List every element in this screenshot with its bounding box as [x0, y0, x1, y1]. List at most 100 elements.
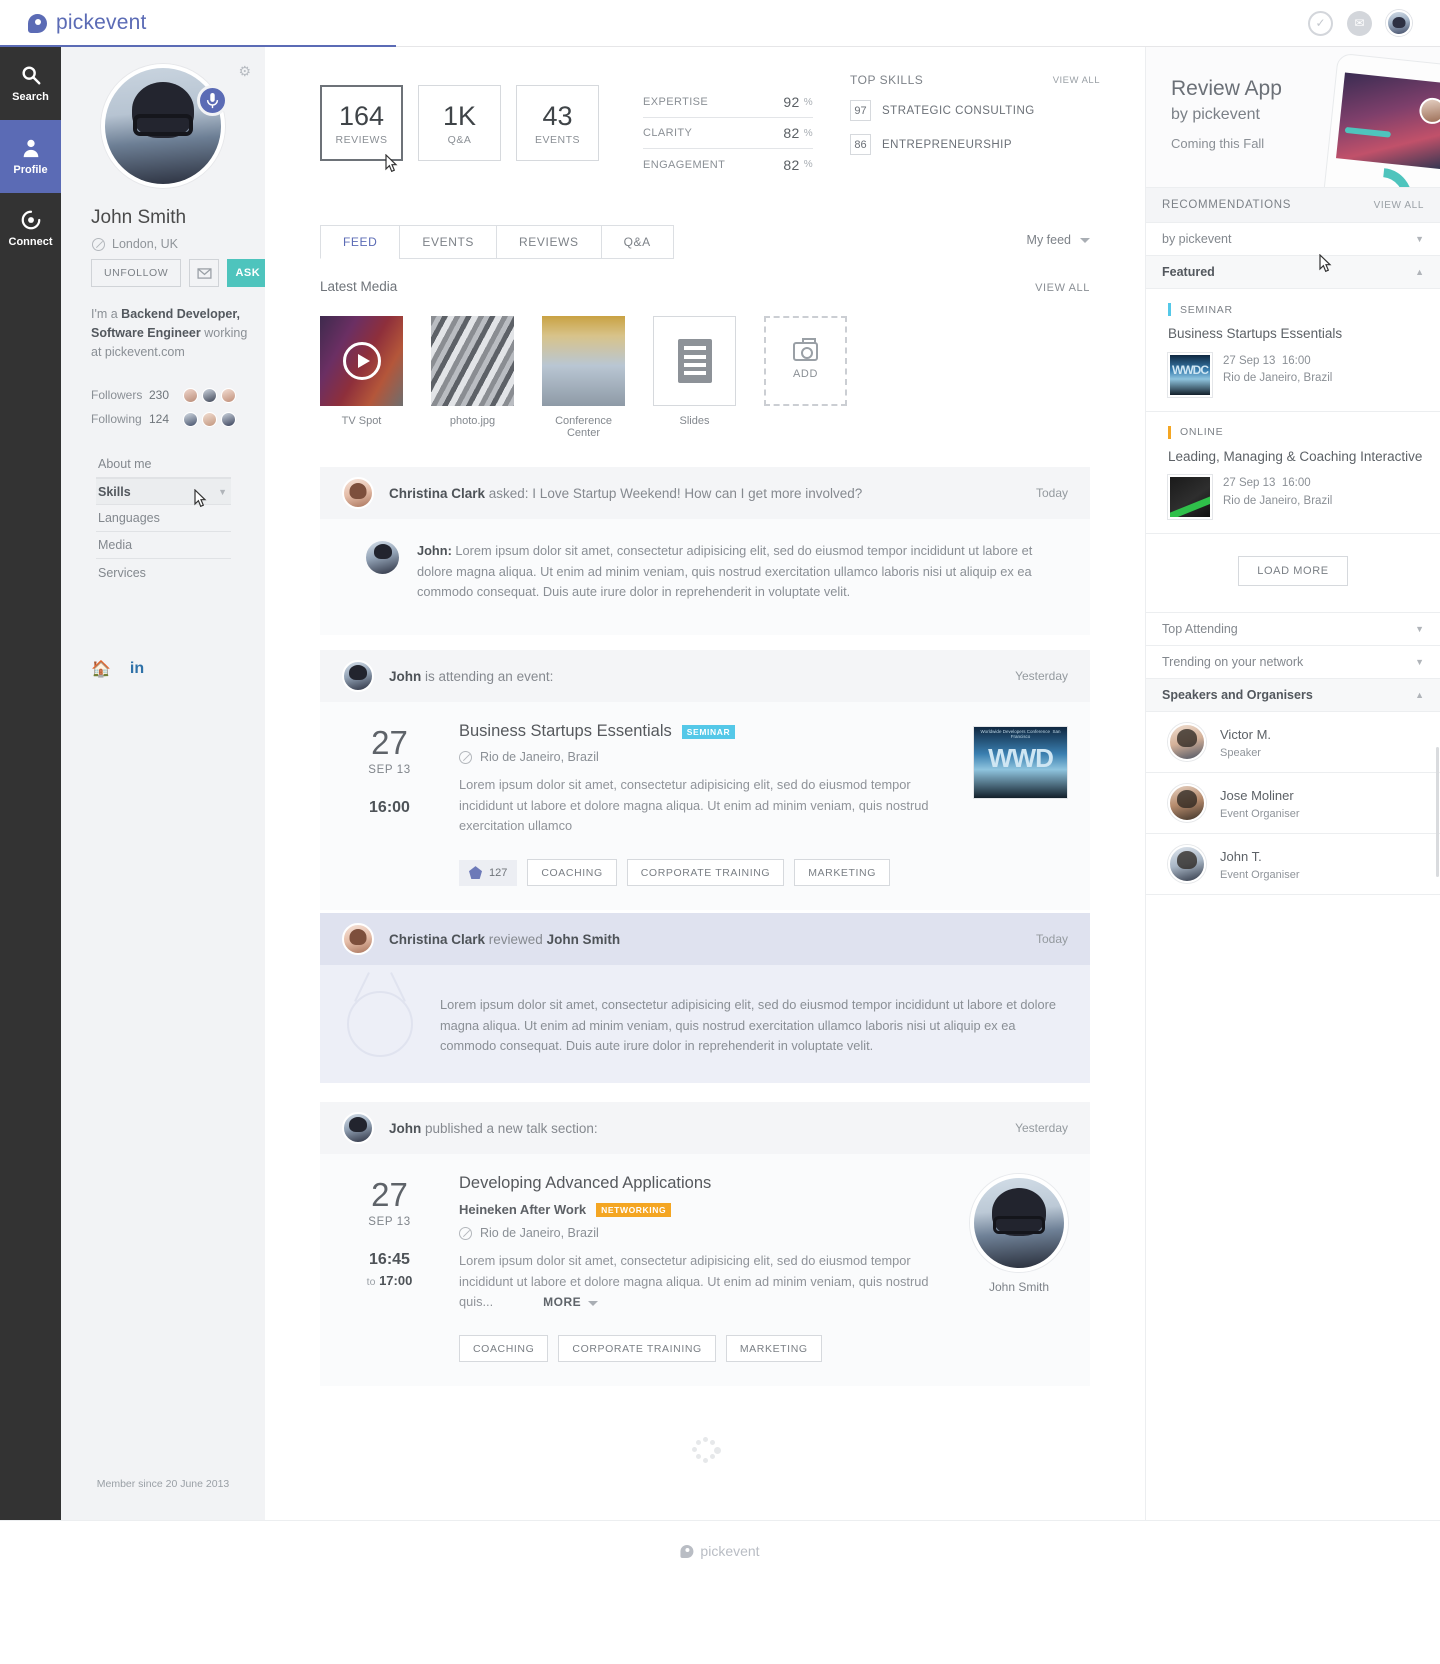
- unfollow-button[interactable]: UNFOLLOW: [91, 259, 181, 287]
- brand-logo[interactable]: pickevent: [28, 11, 147, 35]
- media-item-tv-spot[interactable]: TV Spot: [320, 316, 403, 439]
- post-body: 27 SEP 13 16:00 Business Startups Essent…: [320, 702, 1090, 910]
- media-item-add[interactable]: ADD: [764, 316, 847, 439]
- sidebar-item-label: Services: [98, 566, 146, 580]
- accordion-speakers-organisers[interactable]: Speakers and Organisers ▲: [1146, 679, 1440, 712]
- tag-marketing[interactable]: MARKETING: [726, 1335, 822, 1362]
- metric-clarity: CLARITY 82 %: [643, 118, 813, 149]
- talk-date-block: 27 SEP 13 16:45 to 17:00: [342, 1174, 437, 1313]
- talk-title[interactable]: Developing Advanced Applications: [459, 1174, 970, 1193]
- accordion-top-attending[interactable]: Top Attending ▼: [1146, 613, 1440, 646]
- stat-card-qa[interactable]: 1K Q&A: [418, 85, 501, 161]
- talk-subtitle-row: Heineken After Work NETWORKING: [459, 1202, 970, 1217]
- media-item-conference-center[interactable]: Conference Center: [542, 316, 625, 439]
- answer-author: John:: [417, 543, 452, 558]
- post-header-text: Christina Clark reviewed John Smith: [389, 932, 620, 947]
- add-media-dropzone[interactable]: ADD: [764, 316, 847, 406]
- scrollbar[interactable]: [1436, 747, 1439, 877]
- home-icon[interactable]: 🏠: [91, 659, 111, 679]
- sidebar-item-skills[interactable]: Skills ▼: [96, 478, 231, 505]
- check-circle-icon[interactable]: ✓: [1308, 11, 1333, 36]
- message-button[interactable]: [189, 259, 219, 287]
- recommendation-thumbnail: [1168, 353, 1212, 397]
- latest-media-view-all[interactable]: VIEW ALL: [1035, 282, 1090, 294]
- tag-marketing[interactable]: MARKETING: [794, 859, 890, 886]
- tag-coaching[interactable]: COACHING: [527, 859, 616, 886]
- event-date-block: 27 SEP 13 16:00: [342, 722, 437, 837]
- rail-item-connect[interactable]: Connect: [0, 193, 61, 1520]
- event-title-row[interactable]: Business Startups Essentials SEMINAR: [459, 722, 973, 741]
- event-thumbnail[interactable]: Worldwide Developers Conference San Fran…: [973, 726, 1068, 799]
- recommendation-date: 27 Sep 13: [1223, 355, 1275, 367]
- tab-events[interactable]: EVENTS: [399, 225, 496, 259]
- play-icon: [343, 342, 381, 380]
- stat-card-events[interactable]: 43 EVENTS: [516, 85, 599, 161]
- status-badge: NETWORKING: [596, 1203, 671, 1217]
- stat-card-reviews[interactable]: 164 REVIEWS: [320, 85, 403, 161]
- list-item[interactable]: Victor M. Speaker: [1146, 712, 1440, 773]
- mail-icon[interactable]: ✉: [1347, 11, 1372, 36]
- list-item[interactable]: Jose Moliner Event Organiser: [1146, 773, 1440, 834]
- skill-item[interactable]: 86 ENTREPRENEURSHIP: [850, 134, 1100, 155]
- tag-corporate-training[interactable]: CORPORATE TRAINING: [558, 1335, 715, 1362]
- talk-description-text: Lorem ipsum dolor sit amet, consectetur …: [459, 1253, 928, 1309]
- avatar[interactable]: [970, 1174, 1068, 1272]
- sidebar-item-media[interactable]: Media: [96, 532, 231, 559]
- sidebar-item-about-me[interactable]: About me: [96, 451, 231, 478]
- following-row[interactable]: Following 124: [91, 407, 261, 431]
- recommendation-when: 27 Sep 13 16:00 Rio de Janeiro, Brazil: [1223, 475, 1332, 511]
- feed-post-review: Christina Clark reviewed John Smith Toda…: [320, 913, 1090, 1083]
- media-item-slides[interactable]: Slides: [653, 316, 736, 439]
- recommendation-item[interactable]: ONLINE Leading, Managing & Coaching Inte…: [1146, 412, 1440, 535]
- review-text: Lorem ipsum dolor sit amet, consectetur …: [440, 991, 1068, 1057]
- video-thumbnail: [320, 316, 403, 406]
- avatar: [202, 412, 217, 427]
- followers-row[interactable]: Followers 230: [91, 383, 261, 407]
- answer-text: John: Lorem ipsum dolor sit amet, consec…: [417, 541, 1044, 603]
- load-more-button[interactable]: LOAD MORE: [1238, 556, 1347, 586]
- accordion-featured[interactable]: Featured ▲: [1146, 256, 1440, 289]
- pickevent-logo-icon: [28, 14, 47, 33]
- tab-qa[interactable]: Q&A: [601, 225, 674, 259]
- avatar: [342, 923, 374, 955]
- linkedin-icon[interactable]: in: [130, 660, 144, 678]
- connect-icon: [20, 209, 42, 231]
- gear-icon[interactable]: ⚙: [238, 63, 251, 80]
- media-item-photo[interactable]: photo.jpg: [431, 316, 514, 439]
- profile-avatar[interactable]: [100, 63, 226, 189]
- talk-location-text: Rio de Janeiro, Brazil: [480, 1226, 599, 1240]
- top-skills-title: TOP SKILLS: [850, 73, 923, 87]
- latest-media-section: Latest Media VIEW ALL TV Spot photo.jpg …: [320, 279, 1090, 439]
- rail-item-search[interactable]: Search: [0, 47, 61, 120]
- loading-spinner: [692, 1437, 718, 1463]
- promo-banner[interactable]: Review App by pickevent Coming this Fall: [1146, 47, 1440, 187]
- stat-label: REVIEWS: [336, 134, 388, 146]
- top-skills-view-all[interactable]: VIEW ALL: [1053, 75, 1100, 86]
- attendees-badge[interactable]: 127: [459, 860, 517, 886]
- ask-button[interactable]: ASK: [227, 259, 268, 287]
- rail-item-profile[interactable]: Profile: [0, 120, 61, 193]
- tab-reviews[interactable]: REVIEWS: [496, 225, 601, 259]
- user-avatar[interactable]: [1386, 10, 1412, 36]
- list-item[interactable]: John T. Event Organiser: [1146, 834, 1440, 895]
- accordion-trending[interactable]: Trending on your network ▼: [1146, 646, 1440, 679]
- attendees-count: 127: [489, 867, 507, 879]
- tab-feed[interactable]: FEED: [320, 225, 399, 259]
- avatar: [366, 541, 399, 574]
- avatar: [183, 388, 198, 403]
- post-time: Today: [1036, 486, 1068, 500]
- event-thumbnail-caption: Worldwide Developers Conference San Fran…: [974, 729, 1067, 739]
- skill-item[interactable]: 97 STRATEGIC CONSULTING: [850, 100, 1100, 121]
- tag-corporate-training[interactable]: CORPORATE TRAINING: [627, 859, 784, 886]
- more-button[interactable]: MORE: [543, 1293, 598, 1312]
- sidebar-item-services[interactable]: Services: [96, 559, 231, 586]
- feed-filter-dropdown[interactable]: My feed: [1027, 233, 1090, 247]
- medal-icon-wrap: [320, 991, 440, 1057]
- bio-prefix: I'm a: [91, 307, 121, 321]
- recommendations-view-all[interactable]: VIEW ALL: [1374, 200, 1424, 211]
- tag-coaching[interactable]: COACHING: [459, 1335, 548, 1362]
- recommendation-kind: SEMINAR: [1168, 303, 1424, 316]
- accordion-by-pickevent[interactable]: by pickevent ▼: [1146, 223, 1440, 256]
- recommendation-item[interactable]: SEMINAR Business Startups Essentials 27 …: [1146, 289, 1440, 412]
- sidebar-item-languages[interactable]: Languages: [96, 505, 231, 532]
